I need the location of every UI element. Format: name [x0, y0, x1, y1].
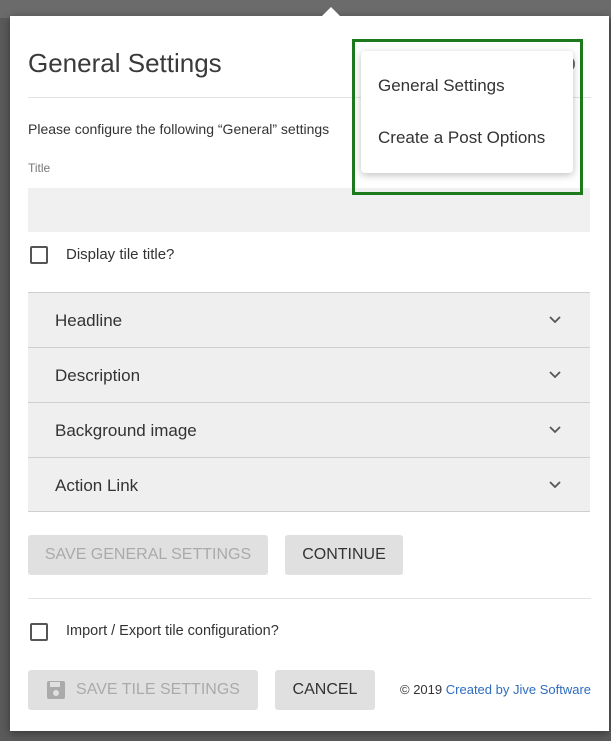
section-divider	[28, 598, 591, 599]
menu-item-create-post-options[interactable]: Create a Post Options	[378, 128, 545, 148]
cancel-button[interactable]: CANCEL	[275, 670, 375, 710]
dialog-title: General Settings	[28, 48, 222, 78]
display-title-checkbox[interactable]	[30, 246, 48, 264]
accordion-label: Headline	[55, 311, 123, 330]
import-export-checkbox[interactable]	[30, 623, 48, 641]
menu-item-general-settings[interactable]: General Settings	[378, 76, 505, 96]
display-title-label: Display tile title?	[66, 246, 175, 263]
title-field-label: Title	[28, 161, 51, 175]
save-tile-settings-button[interactable]: SAVE TILE SETTINGS	[28, 670, 258, 710]
copyright-text: © 2019	[400, 682, 443, 697]
footer-credit: © 2019 Created by Jive Software	[400, 682, 591, 697]
accordion-label: Action Link	[55, 476, 139, 495]
floppy-disk-icon	[47, 681, 66, 699]
accordion-background-image[interactable]: Background image	[28, 402, 590, 457]
accordion-label: Background image	[55, 421, 197, 440]
dialog-pointer-caret	[321, 7, 341, 17]
import-export-label: Import / Export tile configuration?	[66, 623, 279, 639]
chevron-down-icon	[549, 481, 561, 489]
accordion-headline[interactable]: Headline	[28, 292, 590, 347]
instructions-text: Please configure the following “General”…	[28, 121, 330, 137]
chevron-down-icon	[549, 371, 561, 379]
save-general-settings-button[interactable]: SAVE GENERAL SETTINGS	[28, 535, 268, 575]
section-dropdown-menu: General Settings Create a Post Options	[361, 51, 573, 173]
jive-software-link[interactable]: Created by Jive Software	[446, 682, 591, 697]
accordion-description[interactable]: Description	[28, 347, 590, 402]
accordion-label: Description	[55, 366, 141, 385]
continue-button[interactable]: CONTINUE	[285, 535, 403, 575]
save-tile-settings-label: SAVE TILE SETTINGS	[76, 681, 240, 698]
chevron-down-icon	[549, 426, 561, 434]
settings-accordion: Headline Description Background image Ac…	[28, 292, 590, 512]
accordion-action-link[interactable]: Action Link	[28, 457, 590, 512]
chevron-down-icon	[549, 316, 561, 324]
